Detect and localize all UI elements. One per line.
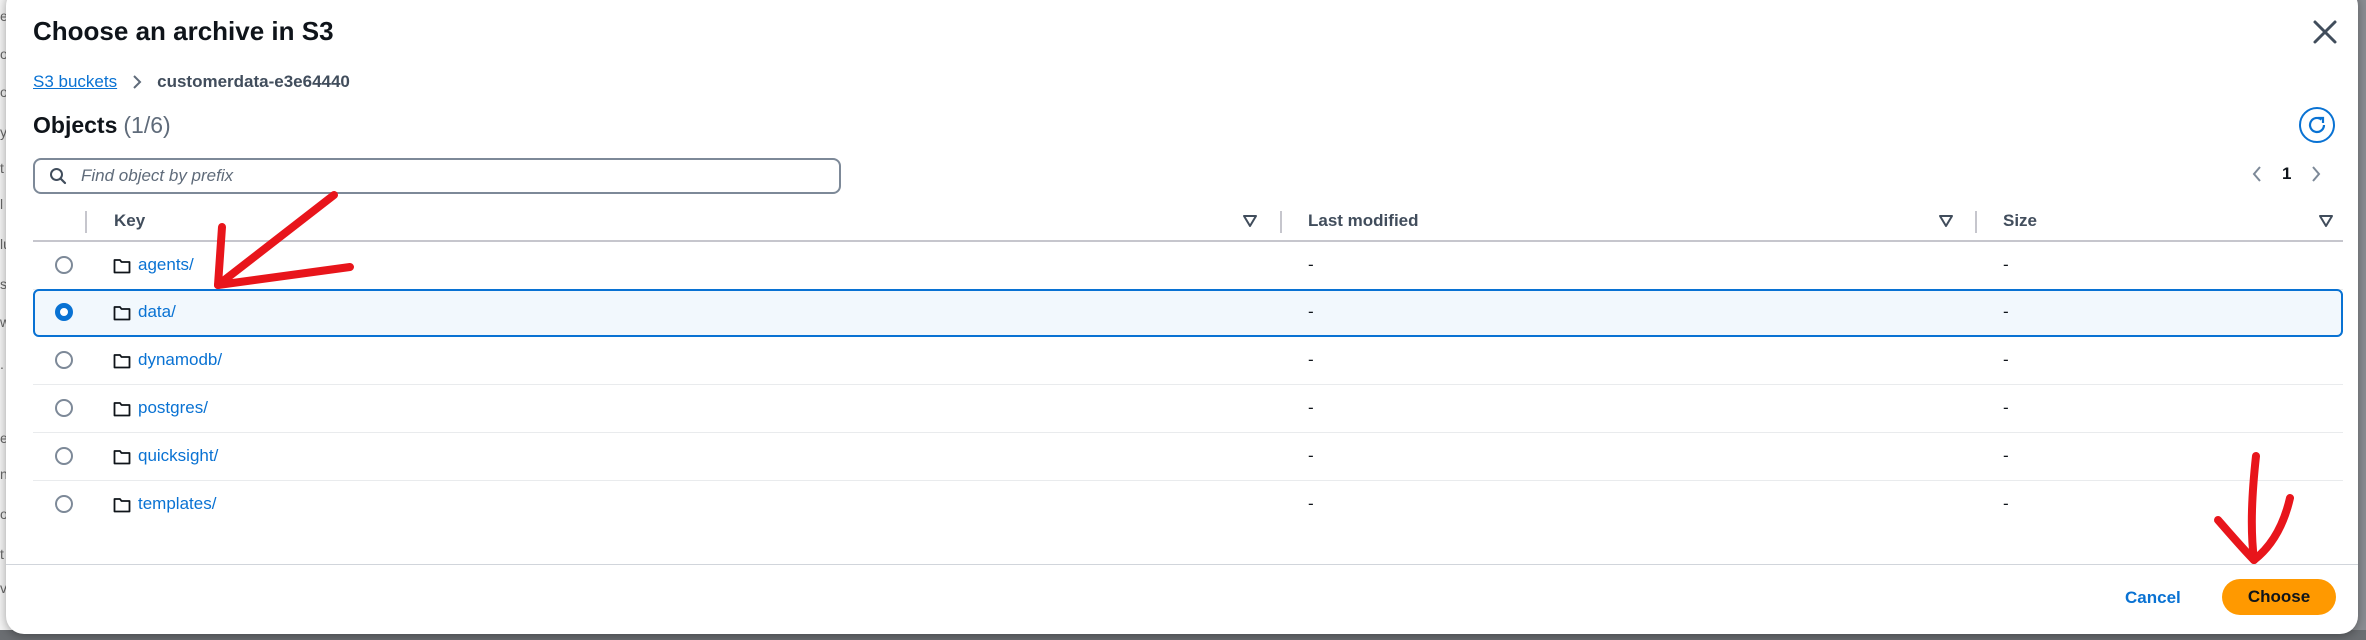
breadcrumb: S3 buckets customerdata-e3e64440 — [33, 72, 350, 92]
modal-title: Choose an archive in S3 — [33, 16, 334, 46]
folder-icon — [113, 354, 131, 369]
last-modified-value: - — [1308, 350, 1314, 369]
object-key-link[interactable]: postgres/ — [138, 398, 208, 418]
folder-icon — [113, 498, 131, 513]
table-row[interactable]: postgres/ - - — [33, 385, 2343, 433]
object-key-link[interactable]: dynamodb/ — [138, 350, 222, 370]
folder-icon — [113, 259, 131, 274]
sort-caret-icon[interactable] — [1242, 213, 1258, 229]
size-value: - — [2003, 255, 2009, 274]
column-header-last-modified[interactable]: Last modified — [1308, 202, 1419, 240]
refresh-button[interactable] — [2299, 107, 2335, 143]
sort-caret-icon[interactable] — [1938, 213, 1954, 229]
table-row[interactable]: quicksight/ - - — [33, 433, 2343, 481]
size-value: - — [2003, 350, 2009, 369]
pagination: 1 — [2244, 156, 2329, 192]
size-value: - — [2003, 494, 2009, 513]
objects-table: Key Last modified Size agents/ - - data/… — [33, 202, 2343, 528]
size-value: - — [2003, 398, 2009, 417]
row-radio[interactable] — [55, 351, 73, 369]
table-row[interactable]: agents/ - - — [33, 242, 2343, 290]
cancel-button[interactable]: Cancel — [2119, 584, 2187, 612]
folder-icon — [113, 450, 131, 465]
choose-archive-modal: Choose an archive in S3 S3 buckets custo… — [6, 0, 2358, 634]
object-key-link[interactable]: templates/ — [138, 494, 216, 514]
size-value: - — [2003, 446, 2009, 465]
last-modified-value: - — [1308, 446, 1314, 465]
row-radio[interactable] — [55, 495, 73, 513]
objects-heading: Objects (1/6) — [33, 112, 171, 139]
row-radio[interactable] — [55, 399, 73, 417]
column-divider[interactable] — [1280, 211, 1282, 233]
object-key-link[interactable]: agents/ — [138, 255, 194, 275]
folder-icon — [113, 402, 131, 417]
object-key-link[interactable]: quicksight/ — [138, 446, 218, 466]
close-button[interactable] — [2310, 17, 2340, 47]
last-modified-value: - — [1308, 398, 1314, 417]
table-row[interactable]: dynamodb/ - - — [33, 337, 2343, 385]
folder-icon — [113, 306, 131, 321]
row-radio[interactable] — [55, 447, 73, 465]
search-field[interactable] — [33, 158, 841, 194]
last-modified-value: - — [1308, 302, 1314, 321]
page-number-1[interactable]: 1 — [2282, 164, 2291, 184]
previous-page-button[interactable] — [2244, 164, 2270, 184]
size-value: - — [2003, 302, 2009, 321]
table-header: Key Last modified Size — [33, 202, 2343, 242]
search-input[interactable] — [79, 165, 823, 187]
refresh-icon — [2308, 116, 2326, 134]
last-modified-value: - — [1308, 494, 1314, 513]
column-header-size[interactable]: Size — [2003, 202, 2037, 240]
object-key-link[interactable]: data/ — [138, 302, 176, 322]
row-radio[interactable] — [55, 256, 73, 274]
next-page-button[interactable] — [2303, 164, 2329, 184]
sort-caret-icon[interactable] — [2318, 213, 2334, 229]
column-divider[interactable] — [1975, 211, 1977, 233]
chevron-left-icon — [2252, 166, 2261, 182]
chevron-right-icon — [2312, 166, 2321, 182]
close-icon — [2313, 20, 2337, 44]
footer-divider — [6, 564, 2358, 565]
objects-count: (1/6) — [123, 112, 171, 138]
search-icon — [50, 168, 67, 185]
row-radio[interactable] — [55, 303, 73, 321]
table-row[interactable]: templates/ - - — [33, 481, 2343, 528]
objects-heading-label: Objects — [33, 112, 118, 138]
choose-button[interactable]: Choose — [2222, 579, 2336, 615]
column-header-key[interactable]: Key — [114, 202, 145, 240]
table-row[interactable]: data/ - - — [33, 289, 2343, 337]
breadcrumb-s3-buckets-link[interactable]: S3 buckets — [33, 72, 117, 92]
chevron-right-icon — [131, 74, 143, 90]
last-modified-value: - — [1308, 255, 1314, 274]
column-divider — [85, 211, 87, 233]
breadcrumb-current-bucket: customerdata-e3e64440 — [157, 72, 350, 91]
